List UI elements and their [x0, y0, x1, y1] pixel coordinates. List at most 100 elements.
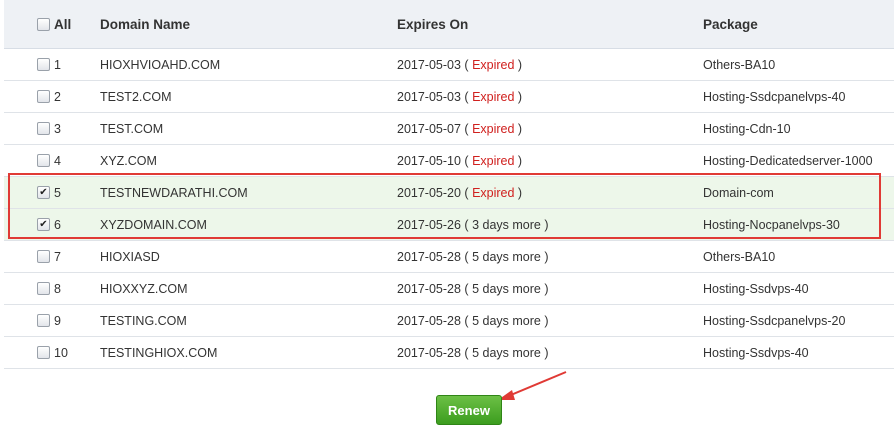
row-number: 5 — [54, 185, 61, 200]
row-select[interactable]: ✔ 6 — [37, 209, 61, 240]
expiry-status-close: ) — [540, 281, 549, 296]
expiry-status-close: ) — [514, 57, 523, 72]
table-body: 1 HIOXHVIOAHD.COM 2017-05-03 ( Expired ) Ot… — [4, 49, 894, 369]
expiry-date: 2017-05-28 — [397, 249, 461, 264]
row-number: 2 — [54, 89, 61, 104]
row-select[interactable]: 9 — [37, 305, 61, 336]
expires-on-header: Expires On — [397, 16, 469, 32]
expiry-date: 2017-05-28 — [397, 281, 461, 296]
row-select[interactable]: 8 — [37, 273, 61, 304]
expiry-status: 3 days more — [472, 217, 541, 232]
select-all-checkbox[interactable] — [37, 17, 50, 31]
package-name: Hosting-Nocpanelvps-30 — [703, 217, 840, 232]
expiry-status-close: ) — [540, 313, 549, 328]
table-header: All Domain Name Expires On Package — [4, 0, 894, 49]
row-number: 6 — [54, 217, 61, 232]
expiry-status: Expired — [472, 57, 515, 72]
table-row: 7 HIOXIASD 2017-05-28 ( 5 days more ) Other… — [4, 241, 894, 273]
expiry-status: 5 days more — [472, 345, 541, 360]
domain-name: TESTNEWDARATHI.COM — [100, 185, 248, 200]
expires-on: 2017-05-03 ( Expired ) — [397, 49, 522, 80]
domain-name: XYZ.COM — [100, 153, 157, 168]
expiry-status-open: ( — [460, 185, 473, 200]
row-number: 10 — [54, 345, 68, 360]
expiry-status-close: ) — [514, 153, 523, 168]
expiry-status-close: ) — [514, 121, 523, 136]
package-name: Others-BA10 — [703, 57, 776, 72]
expires-on: 2017-05-20 ( Expired ) — [397, 177, 522, 208]
expiry-status-open: ( — [460, 121, 473, 136]
row-number: 1 — [54, 57, 61, 72]
row-select[interactable]: 4 — [37, 145, 61, 176]
package-header: Package — [703, 16, 758, 32]
package-name: Domain-com — [703, 185, 774, 200]
expires-on: 2017-05-26 ( 3 days more ) — [397, 209, 548, 240]
expiry-date: 2017-05-03 — [397, 57, 461, 72]
row-select[interactable]: 1 — [37, 49, 61, 80]
select-all[interactable]: All — [37, 0, 71, 48]
expiry-status-close: ) — [514, 185, 523, 200]
row-number: 9 — [54, 313, 61, 328]
domain-name: TESTINGHIOX.COM — [100, 345, 218, 360]
row-checkbox[interactable]: ✔ — [37, 186, 50, 199]
expiry-status-open: ( — [460, 57, 473, 72]
row-checkbox[interactable] — [37, 90, 50, 103]
domain-name: XYZDOMAIN.COM — [100, 217, 207, 232]
expiry-status: Expired — [472, 89, 515, 104]
expiry-date: 2017-05-20 — [397, 185, 461, 200]
table-row: 3 TEST.COM 2017-05-07 ( Expired ) Hosting-C… — [4, 113, 894, 145]
expires-on: 2017-05-28 ( 5 days more ) — [397, 337, 548, 368]
row-checkbox[interactable] — [37, 250, 50, 263]
expiry-status-open: ( — [460, 313, 473, 328]
renew-button[interactable]: Renew — [436, 395, 502, 425]
row-checkbox[interactable] — [37, 346, 50, 359]
expires-on: 2017-05-28 ( 5 days more ) — [397, 241, 548, 272]
row-checkbox[interactable] — [37, 154, 50, 167]
select-all-label: All — [54, 16, 72, 32]
domain-name: HIOXHVIOAHD.COM — [100, 57, 221, 72]
row-checkbox[interactable] — [37, 282, 50, 295]
row-select[interactable]: 10 — [37, 337, 68, 368]
table-row: 10 TESTINGHIOX.COM 2017-05-28 ( 5 days mor… — [4, 337, 894, 369]
domain-table: All Domain Name Expires On Package 1 HIOX… — [4, 0, 894, 369]
expiry-status: 5 days more — [472, 281, 541, 296]
expiry-status-close: ) — [540, 345, 549, 360]
row-select[interactable]: 3 — [37, 113, 61, 144]
expiry-date: 2017-05-10 — [397, 153, 461, 168]
row-number: 3 — [54, 121, 61, 136]
domain-name: TEST.COM — [100, 121, 164, 136]
expiry-status-open: ( — [460, 249, 473, 264]
expiry-status: 5 days more — [472, 249, 541, 264]
expires-on: 2017-05-03 ( Expired ) — [397, 81, 522, 112]
domain-name: TEST2.COM — [100, 89, 172, 104]
expiry-date: 2017-05-26 — [397, 217, 461, 232]
expiry-status: Expired — [472, 153, 515, 168]
table-row: 1 HIOXHVIOAHD.COM 2017-05-03 ( Expired ) Ot… — [4, 49, 894, 81]
domain-name: HIOXIASD — [100, 249, 160, 264]
expiry-status-open: ( — [460, 89, 473, 104]
table-row: ✔ 5 TESTNEWDARATHI.COM 2017-05-20 ( Expired… — [4, 177, 894, 209]
domain-name: HIOXXYZ.COM — [100, 281, 188, 296]
arrow-icon — [498, 371, 567, 400]
row-select[interactable]: 7 — [37, 241, 61, 272]
package-name: Hosting-Ssdcpanelvps-40 — [703, 89, 846, 104]
row-checkbox[interactable]: ✔ — [37, 218, 50, 231]
row-checkbox[interactable] — [37, 122, 50, 135]
expiry-status-open: ( — [460, 345, 473, 360]
package-name: Hosting-Ssdvps-40 — [703, 281, 809, 296]
domain-name-header: Domain Name — [100, 16, 191, 32]
expiry-date: 2017-05-07 — [397, 121, 461, 136]
row-select[interactable]: 2 — [37, 81, 61, 112]
expiry-status: Expired — [472, 121, 515, 136]
expiry-status-open: ( — [460, 217, 473, 232]
row-checkbox[interactable] — [37, 314, 50, 327]
expiry-date: 2017-05-03 — [397, 89, 461, 104]
expiry-status-open: ( — [460, 153, 473, 168]
expires-on: 2017-05-10 ( Expired ) — [397, 145, 522, 176]
package-name: Hosting-Ssdvps-40 — [703, 345, 809, 360]
row-select[interactable]: ✔ 5 — [37, 177, 61, 208]
table-row: 8 HIOXXYZ.COM 2017-05-28 ( 5 days more ) Ho… — [4, 273, 894, 305]
row-checkbox[interactable] — [37, 58, 50, 71]
row-number: 7 — [54, 249, 61, 264]
expiry-status: Expired — [472, 185, 515, 200]
